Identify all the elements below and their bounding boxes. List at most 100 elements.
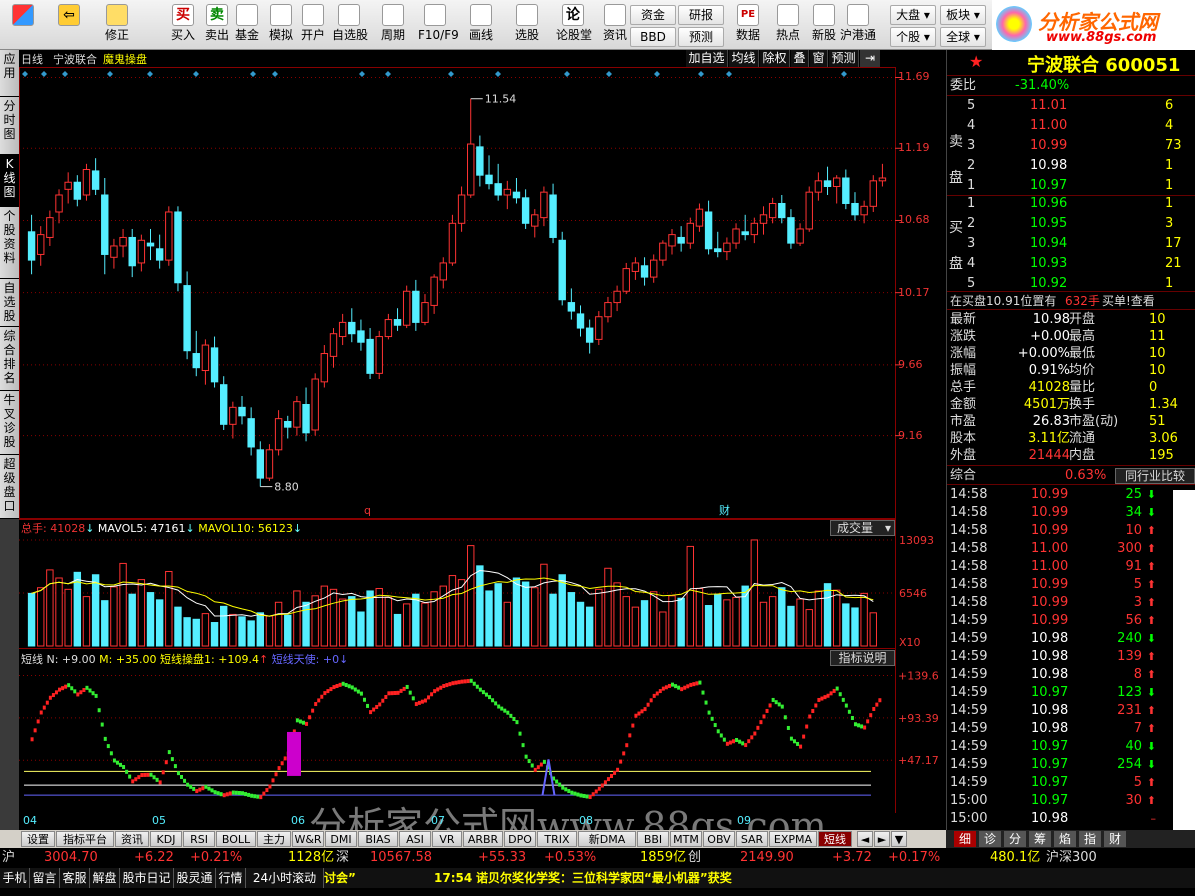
sell-level[interactable]: 3 10.99 73 <box>965 136 1195 156</box>
toolbar-f10-button[interactable]: F10/F9 <box>418 2 459 48</box>
sidebar-tab-7[interactable]: 超级盘口 <box>0 455 19 519</box>
indicator-tab-19[interactable]: SAR <box>736 831 768 847</box>
chart-btn-3[interactable]: 叠 <box>791 50 809 67</box>
toolbar-pencil-button[interactable]: 画线 <box>464 2 498 48</box>
sell-level[interactable]: 1 10.97 1 <box>965 176 1195 196</box>
right-tab-5[interactable]: 指 <box>1079 831 1101 847</box>
chart-btn-0[interactable]: 加自选 <box>686 50 728 67</box>
news-bar-item-0[interactable]: 手机 <box>0 868 30 888</box>
volume-panel[interactable]: 13093 6546 X10 <box>19 518 946 648</box>
buy-level[interactable]: 1 10.96 1 <box>965 194 1195 214</box>
toolbar-pair2-bottom-1[interactable]: 全球 ▾ <box>940 27 986 47</box>
toolbar-pair2-top-1[interactable]: 板块 ▾ <box>940 5 986 25</box>
toolbar-pair2-bottom-0[interactable]: 个股 ▾ <box>890 27 936 47</box>
sidebar-tab-4[interactable]: 自选股 <box>0 279 19 327</box>
news-bar-item-1[interactable]: 留言 <box>30 868 60 888</box>
indicator-tab-16[interactable]: BBI <box>637 831 669 847</box>
indicator-tab-21[interactable]: 短线 <box>818 831 852 847</box>
indicator-tab-4[interactable]: RSI <box>183 831 215 847</box>
sidebar-tab-2[interactable]: K线图 <box>0 155 19 207</box>
chart-btn-1[interactable]: 均线 <box>729 50 759 67</box>
indicator-tab-10[interactable]: ASI <box>399 831 431 847</box>
chart-btn-2[interactable]: 除权 <box>760 50 790 67</box>
right-tab-2[interactable]: 分 <box>1004 831 1026 847</box>
news-headline[interactable]: 诺贝尔奖化学奖：三位科学家因“最小机器”获奖 <box>476 868 732 888</box>
news-bar-item-3[interactable]: 解盘 <box>90 868 120 888</box>
toolbar-hk-button[interactable]: 沪港通 <box>840 2 876 48</box>
sell-level[interactable]: 2 10.98 1 <box>965 156 1195 176</box>
news-bar-item-4[interactable]: 股市日记 <box>120 868 174 888</box>
toolbar-lock-button[interactable]: 开户 <box>296 2 330 48</box>
toolbar-news-button[interactable]: 资讯 <box>598 2 632 48</box>
indicator-tab-8[interactable]: DMI <box>325 831 357 847</box>
toolbar-pair-bottom-0[interactable]: BBD <box>630 27 676 47</box>
toolbar-buy-button[interactable]: 买买入 <box>166 2 200 48</box>
indicator-tab-9[interactable]: BIAS <box>358 831 398 847</box>
indicator-tab-13[interactable]: DPO <box>504 831 536 847</box>
toolbar-forum-button[interactable]: 论论股堂 <box>556 2 592 48</box>
scroll-down-icon[interactable]: ▼ <box>891 831 907 847</box>
indicator-tab-6[interactable]: 主力 <box>257 831 291 847</box>
indicator-tab-20[interactable]: EXPMA <box>769 831 817 847</box>
indicator-tab-14[interactable]: TRIX <box>537 831 577 847</box>
news-bar-item-7[interactable]: 24小时滚动 <box>246 868 324 888</box>
kline-chart-area[interactable]: 日线 宁波联合 魔鬼操盘 加自选 均线 除权叠窗预测 ⇥ 11.54 8.80 q 财 11… <box>19 50 946 848</box>
right-tab-4[interactable]: 焰 <box>1054 831 1076 847</box>
star-icon[interactable]: ★ <box>969 52 983 71</box>
toolbar-stock-pick-button[interactable]: 选股 <box>510 2 544 48</box>
chart-btn-4[interactable]: 窗 <box>810 50 828 67</box>
buy-level[interactable]: 4 10.93 21 <box>965 254 1195 274</box>
toolbar-pair2-top-0[interactable]: 大盘 ▾ <box>890 5 936 25</box>
news-bar-item-5[interactable]: 股灵通 <box>174 868 216 888</box>
toolbar-sell-button[interactable]: 卖卖出 <box>200 2 234 48</box>
indicator-tab-0[interactable]: 设置 <box>21 831 55 847</box>
sidebar-tab-3[interactable]: 个股资料 <box>0 207 19 279</box>
sidebar-tab-0[interactable]: 应用 <box>0 50 19 97</box>
scroll-right-icon[interactable]: ► <box>874 831 890 847</box>
right-tab-1[interactable]: 诊 <box>979 831 1001 847</box>
toolbar-hammer-button[interactable]: 模拟 <box>264 2 298 48</box>
sidebar-tab-1[interactable]: 分时图 <box>0 97 19 155</box>
scroll-left-icon[interactable]: ◄ <box>857 831 873 847</box>
toolbar-hot-button[interactable]: 热点 <box>770 2 806 48</box>
news-bar-item-6[interactable]: 行情 <box>216 868 246 888</box>
right-tab-3[interactable]: 筹 <box>1029 831 1051 847</box>
sell-level[interactable]: 4 11.00 4 <box>965 116 1195 136</box>
indicator-tab-5[interactable]: BOLL <box>216 831 256 847</box>
toolbar-pair-top-0[interactable]: 资金 <box>630 5 676 25</box>
buy-level[interactable]: 3 10.94 17 <box>965 234 1195 254</box>
toolbar-clock-button[interactable]: 周期 <box>376 2 410 48</box>
chart-btn-5[interactable]: 预测 <box>829 50 859 67</box>
pin-icon[interactable]: ⇥ <box>860 50 880 67</box>
toolbar-back-arrow-button[interactable]: ⇦ <box>48 2 90 48</box>
indicator-tab-11[interactable]: VR <box>432 831 462 847</box>
indicator-tab-7[interactable]: W&R <box>292 831 324 847</box>
toolbar-newstock-button[interactable]: 新股 <box>806 2 842 48</box>
indicator-tab-18[interactable]: OBV <box>703 831 735 847</box>
buy-level[interactable]: 5 10.92 1 <box>965 274 1195 294</box>
toolbar-pair-bottom-1[interactable]: 预测 <box>678 27 724 47</box>
toolbar-star-button[interactable]: 自选股 <box>332 2 368 48</box>
indicator-tab-17[interactable]: MTM <box>670 831 702 847</box>
news-bar-item-2[interactable]: 客服 <box>60 868 90 888</box>
indicator-tab-15[interactable]: 新DMA <box>578 831 636 847</box>
price-panel[interactable]: 11.54 8.80 q 财 <box>19 67 946 537</box>
sidebar-tab-5[interactable]: 综合排名 <box>0 327 19 391</box>
industry-compare-button[interactable]: 同行业比较 <box>1115 468 1195 484</box>
toolbar-pe-button[interactable]: PE 数据 <box>730 2 766 48</box>
sidebar-tab-6[interactable]: 牛叉诊股 <box>0 391 19 455</box>
big-order-link[interactable]: 买单!查看 <box>1102 292 1155 310</box>
indicator-tab-1[interactable]: 指标平台 <box>56 831 114 847</box>
sell-level[interactable]: 5 11.01 6 <box>965 96 1195 116</box>
indicator-tab-3[interactable]: KDJ <box>150 831 182 847</box>
toolbar-fund-button[interactable]: 基金 <box>230 2 264 48</box>
toolbar-refresh-button[interactable]: 修正 <box>100 2 134 48</box>
right-tab-0[interactable]: 细 <box>954 831 976 847</box>
toolbar-grid-button[interactable] <box>2 2 44 48</box>
indicator-panel[interactable]: +139.6 +93.39 +47.17 <box>19 648 946 813</box>
indicator-tab-2[interactable]: 资讯 <box>115 831 149 847</box>
buy-level[interactable]: 2 10.95 3 <box>965 214 1195 234</box>
right-tab-6[interactable]: 财 <box>1104 831 1126 847</box>
toolbar-pair-top-1[interactable]: 研报 <box>678 5 724 25</box>
indicator-tab-12[interactable]: ARBR <box>463 831 503 847</box>
